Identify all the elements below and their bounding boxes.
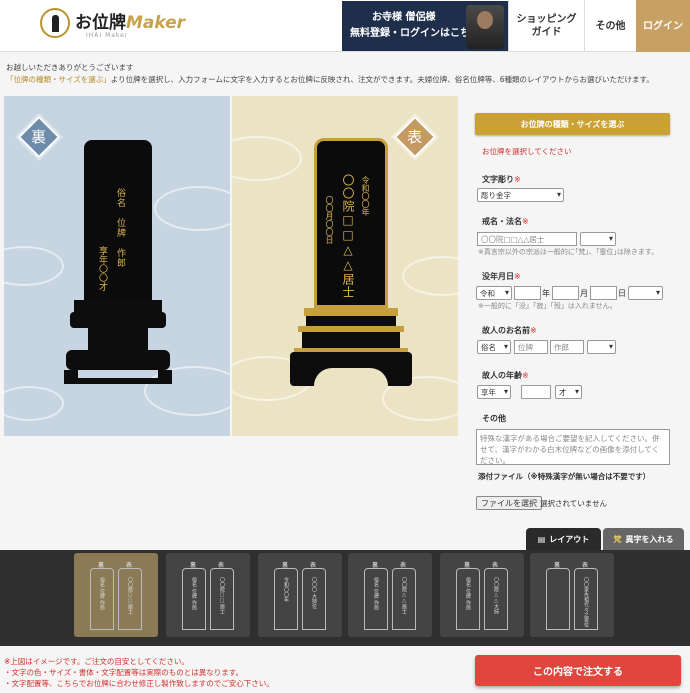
kaimyo-note: ※真言宗以外の宗派は一般的に｢梵｣、｢霊位｣は除きます。 [478, 248, 659, 256]
date-label: 没年月日※ [482, 272, 521, 281]
intro-line1: お越しいただきありがとうございます [6, 63, 134, 72]
footer-note-3: ・文字配置等、こちらでお位牌に合わせ修正し製作致しますのでご安心下さい。 [4, 679, 274, 688]
select-type-error: お位牌を選択してください [482, 147, 572, 156]
layout-option-2[interactable]: 裏表 俗名 位牌 作郎 〇〇院□□居士 [166, 553, 250, 637]
temple-login-banner[interactable]: お寺様 僧侶様 無料登録・ログインはこちら [342, 1, 508, 51]
age-input[interactable] [521, 385, 551, 399]
logo-subtitle: IHAI Maker [86, 32, 129, 39]
front-kaimyo-text: 〇〇院□□△△居士 [341, 174, 355, 299]
age-prefix-select[interactable]: 享年 [477, 385, 511, 399]
attach-label: 添付ファイル（※特殊漢字が無い場合は不要です） [478, 472, 651, 481]
select-ihai-type-button[interactable]: お位牌の種類・サイズを選ぶ [475, 113, 670, 135]
intro-text: お越しいただきありがとうございます 「位牌の種類・サイズを選ぶ」より位牌を選択し… [6, 62, 686, 86]
age-unit-select[interactable]: 才 [555, 385, 582, 399]
logo-maker: Maker [126, 13, 186, 33]
file-select-button[interactable]: ファイルを選択 [476, 496, 542, 510]
kanji-icon: 梵 [613, 534, 622, 544]
layout-option-1[interactable]: 裏表 俗名 位牌 作郎 〇〇院□□居士 [74, 553, 158, 637]
layout-option-6[interactable]: 裏表 〇〇家先祖代々之霊位 [530, 553, 614, 637]
back-preview-panel: 裏 俗名 位牌 作郎 享年〇〇才 [4, 96, 230, 436]
layout-option-5[interactable]: 裏表 俗名 位牌 作郎 〇〇院△△大姉 [440, 553, 524, 637]
order-button[interactable]: この内容で注文する [475, 655, 681, 686]
day-unit: 日 [618, 289, 626, 298]
moji-select[interactable]: 彫り金字 [477, 188, 564, 202]
layout-option-4[interactable]: 裏表 俗名 位牌 作郎 〇〇院△△居士 [348, 553, 432, 637]
back-name-text: 俗名 位牌 作郎 [115, 188, 125, 268]
moji-label: 文字彫り※ [482, 175, 521, 184]
month-unit: 月 [580, 289, 588, 298]
intro-highlight: 「位牌の種類・サイズを選ぶ」 [6, 75, 111, 84]
footer-note-1: ※上図はイメージです。ご注文の目安としてください。 [4, 657, 189, 666]
name-suffix-select[interactable] [587, 340, 616, 354]
nav-shopping-guide[interactable]: ショッピングガイド [508, 0, 584, 52]
day-input[interactable] [590, 286, 617, 300]
name-label: 故人のお名前※ [482, 326, 537, 335]
front-date-text: 〇〇月〇〇日 [325, 196, 334, 244]
layout-option-3[interactable]: 裏表 令和〇〇年 〇〇〇 大姉位 [258, 553, 342, 637]
date-note: ※一般的に「没」「寂」「殁」は入れません。 [478, 302, 617, 310]
kaimyo-suffix-select[interactable] [580, 232, 616, 246]
year-input[interactable] [514, 286, 541, 300]
first-name-input[interactable]: 作郎 [550, 340, 584, 354]
kaimyo-label: 戒名・法名※ [482, 217, 529, 226]
intro-line2: より位牌を選択し、入力フォームに文字を入力するとお位牌に反映され、注文ができます… [110, 75, 654, 84]
other-textarea[interactable]: 特殊な漢字がある場合ご要望を記入してください。併せて、漢字がわかる白木位牌などの… [476, 429, 670, 465]
layout-icon: ▤ [537, 534, 546, 544]
nav-other[interactable]: その他 [584, 0, 636, 52]
era-select[interactable]: 令和 [476, 286, 512, 300]
ihai-preview: 裏 俗名 位牌 作郎 享年〇〇才 表 〇〇院□□△△居士 令和〇〇年 〇〇月〇〇… [4, 96, 458, 436]
ihai-logo-icon [40, 8, 70, 38]
footer-notes: ※上図はイメージです。ご注文の目安としてください。 ・文字の色・サイズ・書体・文… [4, 656, 274, 689]
tab-external-kanji[interactable]: 梵異字を入れる [603, 528, 684, 550]
age-label: 故人の年齢※ [482, 371, 529, 380]
date-suffix-select[interactable] [628, 286, 663, 300]
back-badge: 裏 [17, 115, 61, 159]
last-name-input[interactable]: 位牌 [514, 340, 548, 354]
logo-text: お位牌 [75, 13, 126, 33]
front-badge: 表 [393, 115, 437, 159]
site-header: お位牌Maker IHAI Maker お寺様 僧侶様 無料登録・ログインはこち… [0, 0, 690, 52]
front-year-text: 令和〇〇年 [361, 176, 370, 216]
kaimyo-input[interactable]: 〇〇院□□△△居士 [477, 232, 577, 246]
month-input[interactable] [552, 286, 579, 300]
site-logo[interactable]: お位牌Maker IHAI Maker [40, 8, 186, 39]
tab-layout[interactable]: ▤ レイアウト [526, 528, 601, 550]
back-age-text: 享年〇〇才 [97, 246, 107, 291]
year-unit: 年 [542, 289, 550, 298]
other-label: その他 [482, 414, 506, 423]
nav-login-button[interactable]: ログイン [636, 0, 690, 52]
monk-photo [466, 5, 504, 49]
name-prefix-select[interactable]: 俗名 [477, 340, 511, 354]
file-status: 選択されていません [540, 499, 608, 508]
front-preview-panel: 表 〇〇院□□△△居士 令和〇〇年 〇〇月〇〇日 [232, 96, 458, 436]
footer-note-2: ・文字の色・サイズ・書体・文字配置等は実際のものとは異なります。 [4, 668, 244, 677]
